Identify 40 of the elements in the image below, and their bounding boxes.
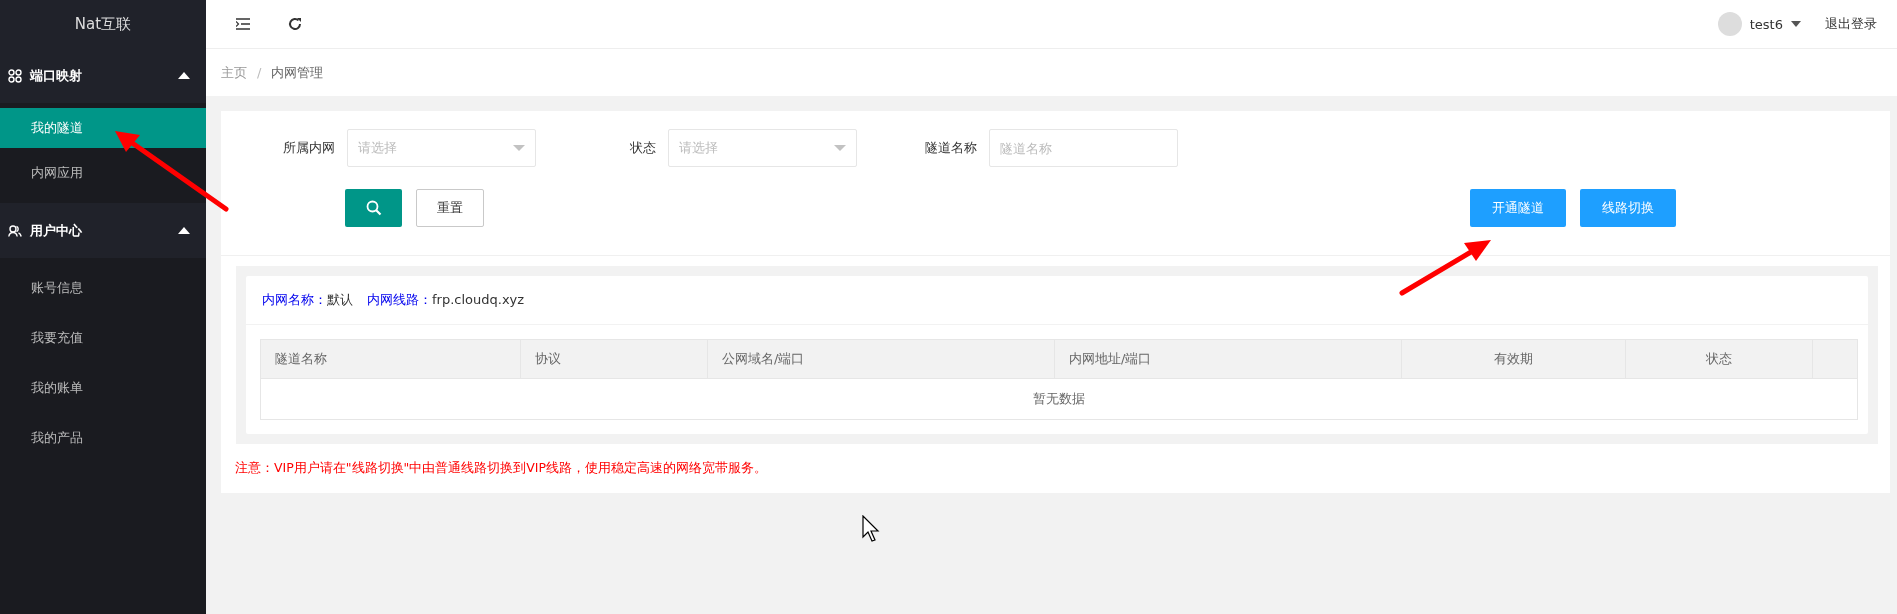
- breadcrumb-separator: /: [257, 65, 262, 80]
- empty-table-message: 暂无数据: [260, 378, 1858, 420]
- column-header: 公网域名/端口: [707, 339, 1055, 379]
- caret-icon: [178, 227, 190, 234]
- sidebar-item[interactable]: 我的账单: [0, 363, 206, 413]
- column-header: 协议: [520, 339, 708, 379]
- network-info: 内网线路：frp.cloudq.xyz: [367, 291, 525, 309]
- column-header: 状态: [1625, 339, 1813, 379]
- sidebar-group[interactable]: 端口映射: [0, 48, 206, 103]
- search-button[interactable]: [345, 189, 402, 227]
- username-link[interactable]: test6: [1749, 16, 1783, 32]
- search-icon: [365, 200, 382, 216]
- sidebar-item[interactable]: 账号信息: [0, 263, 206, 313]
- column-header: 隧道名称: [260, 339, 521, 379]
- caret-icon: [1791, 21, 1801, 27]
- column-header: 有效期: [1401, 339, 1626, 379]
- field-label: 所属内网: [282, 139, 335, 157]
- sidebar-item[interactable]: 我要充值: [0, 313, 206, 363]
- notice-text: 注意：VIP用户请在"线路切换"中由普通线路切换到VIP线路，使用稳定高速的网络宽带服务。: [234, 459, 769, 477]
- input-field[interactable]: 隧道名称: [989, 129, 1178, 167]
- mouse-cursor-icon: [862, 515, 880, 543]
- caret-icon: [834, 145, 846, 151]
- sidebar-item[interactable]: 我的产品: [0, 413, 206, 463]
- caret-icon: [178, 72, 190, 79]
- breadcrumb-link[interactable]: 内网管理: [271, 63, 324, 82]
- menu-icon[interactable]: [236, 18, 250, 30]
- grid-icon: [8, 68, 22, 83]
- app-logo: Nat互联: [74, 14, 132, 34]
- column-header: 内网地址/端口: [1054, 339, 1402, 379]
- network-info: 内网名称：默认: [262, 291, 353, 309]
- field-label: 状态: [629, 139, 656, 157]
- reset-button[interactable]: 重置: [416, 189, 484, 227]
- caret-icon: [513, 145, 525, 151]
- logout-link[interactable]: 退出登录: [1825, 15, 1877, 33]
- sidebar-item[interactable]: 我的隧道: [0, 108, 206, 148]
- sidebar-group[interactable]: 用户中心: [0, 203, 206, 258]
- users-icon: [8, 224, 22, 237]
- refresh-icon[interactable]: [288, 17, 302, 31]
- field-label: 隧道名称: [924, 139, 977, 157]
- sidebar-item[interactable]: 内网应用: [0, 148, 206, 198]
